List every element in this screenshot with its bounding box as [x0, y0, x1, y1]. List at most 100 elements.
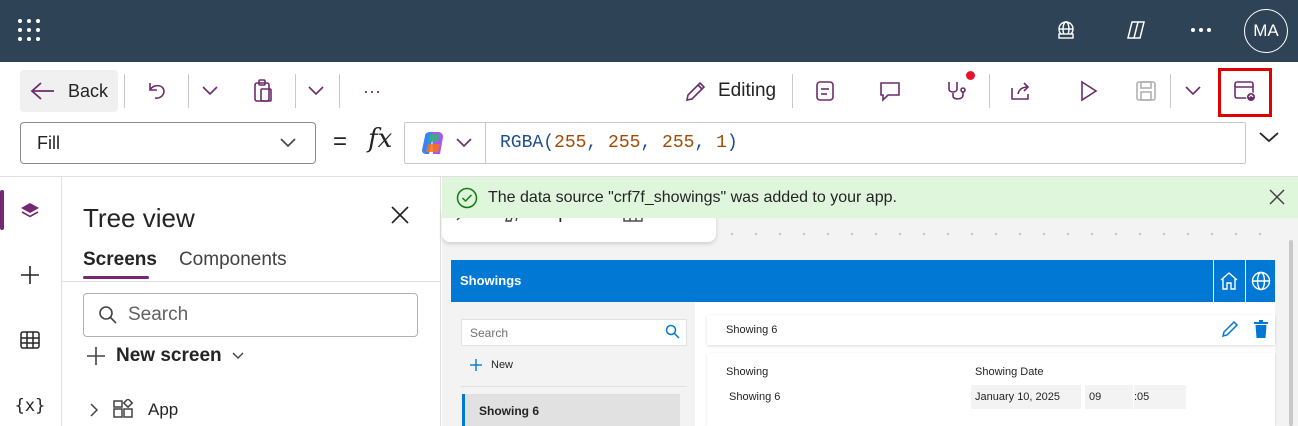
- top-app-bar: [0, 0, 1298, 62]
- plus-icon: [87, 347, 105, 365]
- tree-item-label: App: [148, 400, 179, 419]
- app-checker-icon[interactable]: [808, 74, 842, 108]
- app-launcher-icon[interactable]: [18, 19, 40, 41]
- formula-red: 255: [554, 133, 587, 153]
- app-header-bar: [451, 260, 1275, 302]
- search-icon: [665, 324, 680, 344]
- chevron-down-icon: [280, 138, 296, 148]
- new-screen-label: New screen: [116, 345, 222, 366]
- divider: [62, 281, 440, 282]
- copilot-formula-button[interactable]: [404, 122, 486, 164]
- plus-icon[interactable]: [14, 259, 46, 291]
- divider: [1170, 74, 1171, 108]
- formula-green: 255: [608, 133, 641, 153]
- equals-sign: =: [333, 128, 348, 155]
- more-icon[interactable]: [1187, 16, 1215, 44]
- divider: [989, 74, 990, 108]
- variables-icon[interactable]: {x}: [14, 390, 46, 422]
- app-search-placeholder: Search: [470, 325, 509, 340]
- expand-formula-icon[interactable]: [1258, 130, 1280, 149]
- tree-item-app[interactable]: App: [90, 399, 178, 421]
- notification-dot: [966, 71, 975, 80]
- tree-view-panel: Tree view Screens Components Search New …: [62, 177, 441, 426]
- field-value-showing: Showing 6: [729, 391, 781, 403]
- formula-comma: ,: [640, 133, 663, 153]
- globe-icon[interactable]: [1245, 260, 1275, 302]
- chevron-right-icon: [90, 403, 98, 417]
- back-button[interactable]: Back: [20, 70, 118, 112]
- paste-icon[interactable]: [246, 74, 280, 108]
- app-icon: [113, 399, 134, 418]
- hour-dropdown[interactable]: 09: [1085, 385, 1133, 409]
- search-icon: [99, 306, 117, 324]
- plus-icon: [470, 359, 482, 371]
- formula-alpha: 1: [716, 133, 727, 153]
- date-picker[interactable]: January 10, 2025: [971, 385, 1081, 409]
- copilot-logo-icon: [422, 132, 443, 154]
- chevron-down-icon[interactable]: [299, 74, 333, 108]
- chevron-down-icon: [232, 352, 244, 359]
- play-icon[interactable]: [1071, 74, 1105, 108]
- chevron-down-icon[interactable]: [193, 74, 227, 108]
- formula-text[interactable]: RGBA(255, 255, 255, 1): [500, 133, 738, 153]
- fx-icon: fx: [368, 124, 393, 154]
- formula-blue: 255: [662, 133, 695, 153]
- formula-close-paren: ): [726, 133, 738, 153]
- divider: [461, 386, 687, 387]
- editing-label: Editing: [718, 80, 777, 101]
- chevron-down-icon: [456, 138, 472, 148]
- environment-globe-icon[interactable]: [1052, 16, 1080, 44]
- rail-active-indicator: [0, 190, 4, 230]
- copilot-icon[interactable]: [1122, 16, 1150, 44]
- success-check-icon: [456, 187, 478, 208]
- close-icon[interactable]: [390, 205, 410, 230]
- property-dropdown[interactable]: Fill: [20, 122, 316, 164]
- app-detail-header: Showing 6: [707, 315, 1275, 345]
- list-item[interactable]: Showing 6: [462, 394, 680, 426]
- avatar[interactable]: MA: [1244, 9, 1288, 53]
- arrow-left-icon: [30, 82, 54, 100]
- home-icon[interactable]: [1213, 260, 1243, 302]
- editing-mode-button[interactable]: Editing: [684, 74, 776, 108]
- save-icon: [1129, 74, 1163, 108]
- formula-comma: ,: [694, 133, 717, 153]
- notification-banner: The data source "crf7f_showings" was add…: [442, 177, 1298, 218]
- field-label-showing-date: Showing Date: [975, 366, 1044, 378]
- trash-icon[interactable]: [1253, 320, 1269, 343]
- close-icon[interactable]: [1268, 188, 1286, 211]
- more-commands-button[interactable]: ···: [355, 74, 389, 108]
- pencil-icon: [685, 81, 706, 102]
- minute-dropdown[interactable]: :05: [1134, 385, 1186, 409]
- publish-highlight: [1218, 68, 1272, 117]
- layers-icon[interactable]: [14, 195, 46, 227]
- edit-icon[interactable]: [1221, 320, 1239, 343]
- undo-icon[interactable]: [140, 74, 174, 108]
- search-placeholder: Search: [128, 304, 189, 325]
- app-search-input[interactable]: Search: [461, 319, 687, 346]
- tab-components[interactable]: Components: [179, 249, 287, 271]
- chevron-down-icon[interactable]: [1176, 74, 1210, 108]
- panel-title: Tree view: [83, 203, 195, 233]
- formula-function: RGBA(: [500, 133, 555, 153]
- comments-icon[interactable]: [873, 74, 907, 108]
- app-new-label: New: [491, 359, 514, 371]
- back-label: Back: [68, 80, 109, 101]
- divider: [792, 74, 793, 108]
- tree-search-input[interactable]: Search: [83, 293, 418, 337]
- divider: [188, 74, 189, 108]
- app-detail-title: Showing 6: [726, 324, 778, 336]
- divider: [124, 74, 125, 108]
- share-icon[interactable]: [1004, 74, 1038, 108]
- divider: [339, 74, 340, 108]
- field-label-showing: Showing: [726, 366, 769, 378]
- canvas-grid-dots: [720, 232, 1280, 236]
- divider: [295, 74, 296, 108]
- app-header-title: Showings: [460, 273, 522, 288]
- tab-screens[interactable]: Screens: [83, 249, 157, 279]
- notification-text: The data source "crf7f_showings" was add…: [488, 188, 897, 206]
- app-new-button[interactable]: New: [469, 358, 513, 372]
- canvas-scrollbar[interactable]: [1289, 240, 1293, 426]
- formula-comma: ,: [586, 133, 609, 153]
- new-screen-button[interactable]: New screen: [86, 345, 244, 367]
- table-icon[interactable]: [14, 324, 46, 356]
